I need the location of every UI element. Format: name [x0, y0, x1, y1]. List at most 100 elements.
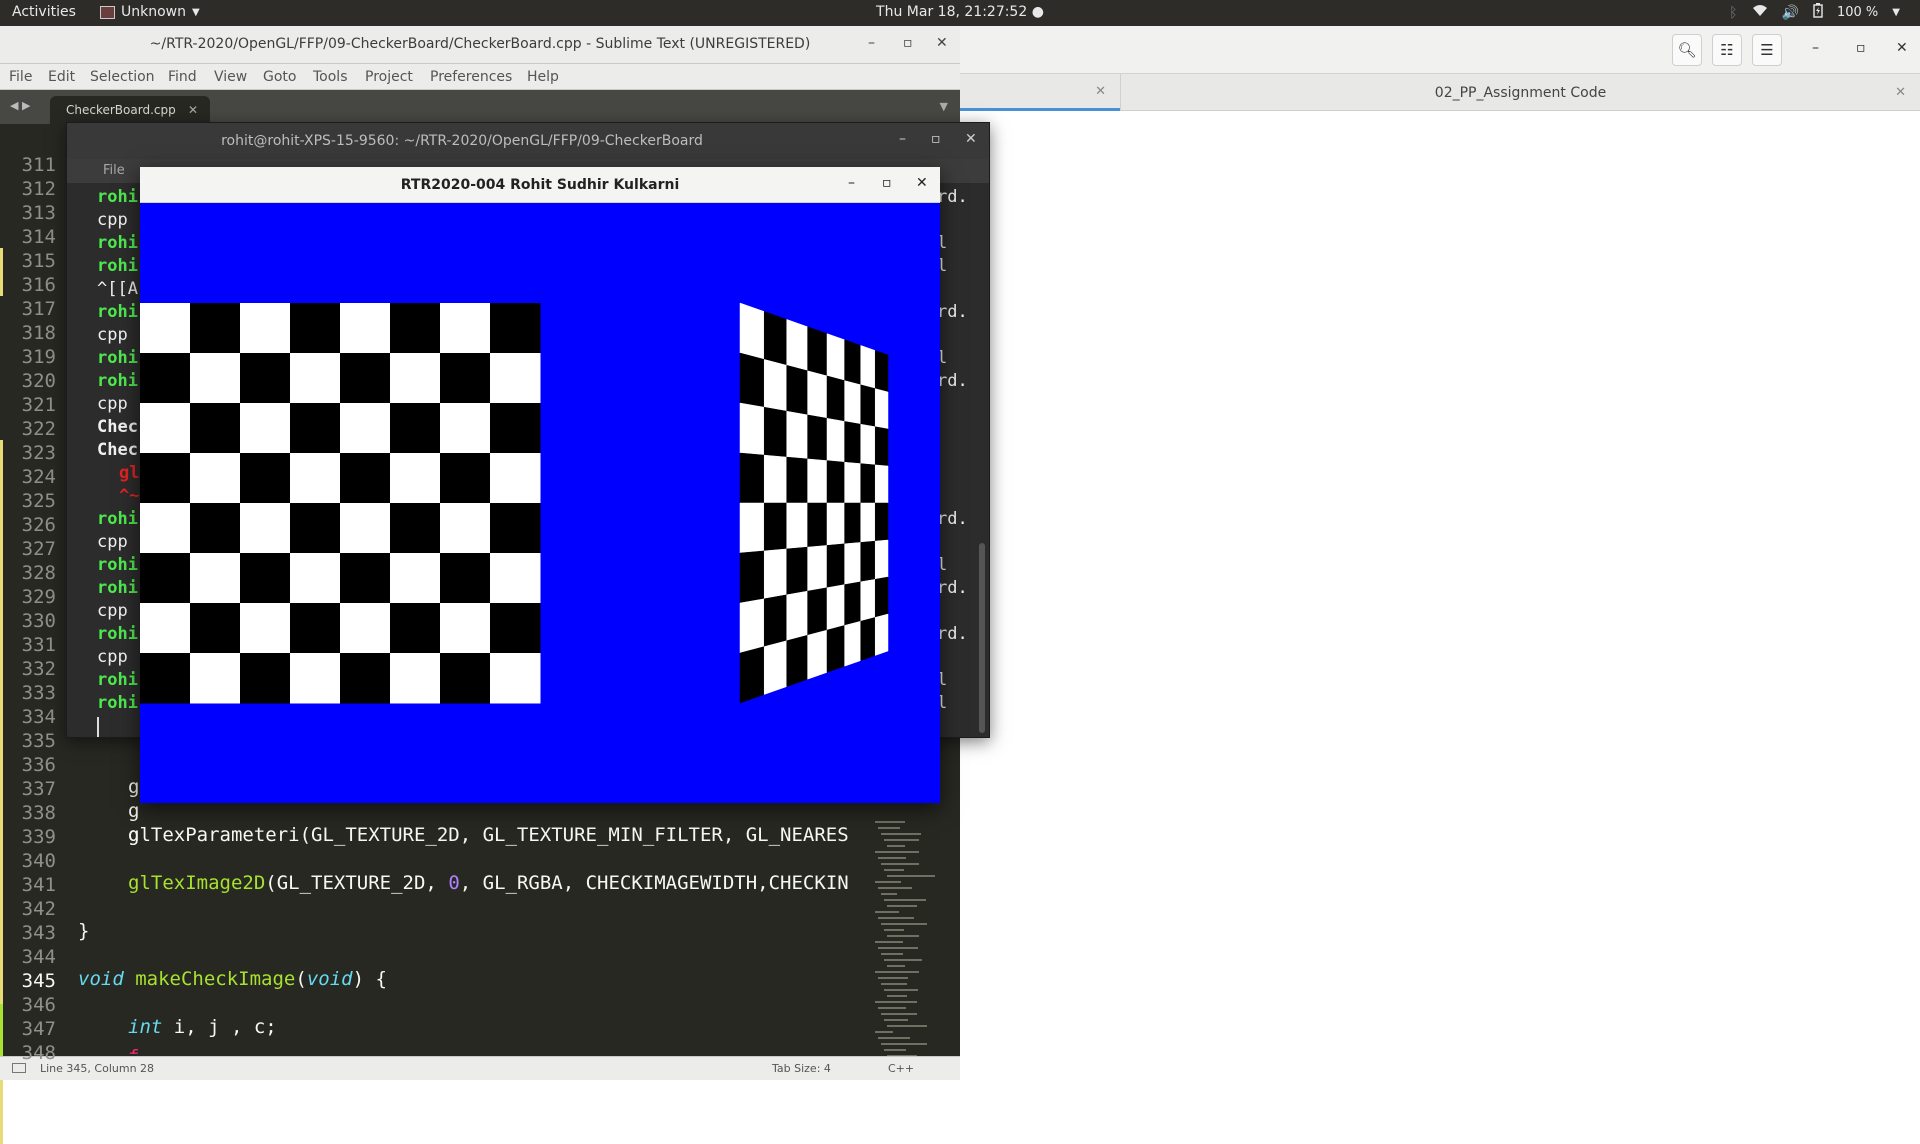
- tab-02-pp-assignment-code[interactable]: 02_PP_Assignment Code ✕: [1120, 74, 1920, 111]
- code-line-341[interactable]: glTexImage2D(GL_TEXTURE_2D, 0, GL_RGBA, …: [128, 872, 849, 894]
- checker-cell-tilted: [807, 502, 828, 548]
- close-button[interactable]: ✕: [1896, 40, 1908, 56]
- checker-cell-tilted: [739, 502, 765, 554]
- opengl-window: RTR2020-004 Rohit Sudhir Kulkarni – ▫ ✕: [140, 167, 940, 803]
- checker-cell-tilted: [763, 594, 787, 647]
- line-number: 347: [21, 1018, 56, 1040]
- background-tab-bar: ✕ 02_PP_Assignment Code ✕: [960, 74, 1920, 111]
- code-line-345[interactable]: void makeCheckImage(void) {: [78, 968, 387, 990]
- close-button[interactable]: ✕: [965, 131, 977, 147]
- menu-file[interactable]: File: [9, 69, 32, 85]
- minimap-line: [884, 839, 919, 841]
- checker-cell: [290, 653, 341, 704]
- close-icon[interactable]: ✕: [188, 103, 198, 117]
- code-text: glTexParameteri(GL_TEXTURE_2D, GL_TEXTUR…: [128, 824, 849, 846]
- search-button[interactable]: 🔍︎: [1672, 34, 1702, 66]
- terminal-scrollbar[interactable]: [979, 543, 985, 733]
- minimap-line: [884, 989, 918, 991]
- checker-cell-tilted: [844, 421, 861, 464]
- close-button[interactable]: ✕: [916, 175, 928, 191]
- checker-cell-tilted: [860, 502, 876, 543]
- maximize-button[interactable]: ▫: [1856, 40, 1866, 56]
- close-icon[interactable]: ✕: [1895, 85, 1906, 100]
- close-icon[interactable]: ✕: [1095, 84, 1106, 99]
- minimap-line: [875, 941, 903, 943]
- menu-find[interactable]: Find: [168, 69, 197, 85]
- checker-cell-tilted: [807, 545, 828, 592]
- code-line-336[interactable]: g: [128, 776, 139, 798]
- clock[interactable]: Thu Mar 18, 21:27:52: [876, 4, 1027, 20]
- syntax-mode[interactable]: C++: [888, 1062, 914, 1075]
- checker-cell: [390, 653, 441, 704]
- terminal-line: Chec: [97, 440, 138, 460]
- tab-dropdown-icon[interactable]: ▼: [940, 100, 948, 113]
- checker-cell: [190, 453, 241, 504]
- checker-cell-tilted: [860, 423, 876, 466]
- line-number: 319: [21, 346, 56, 368]
- app-menu[interactable]: Unknown ▼: [100, 4, 200, 20]
- function-name: makeCheckImage: [135, 968, 296, 990]
- minimap-line: [878, 857, 906, 859]
- menu-view[interactable]: View: [214, 69, 247, 85]
- app-icon: [100, 5, 115, 19]
- line-number: 312: [21, 178, 56, 200]
- minimize-button[interactable]: –: [1812, 40, 1819, 56]
- minimap-line: [884, 959, 922, 961]
- code-line-348[interactable]: f: [128, 1046, 139, 1054]
- minimap-line: [881, 953, 903, 955]
- line-number: 318: [21, 322, 56, 344]
- code-line-339[interactable]: glTexParameteri(GL_TEXTURE_2D, GL_TEXTUR…: [128, 824, 849, 846]
- terminal-line: Chec: [97, 417, 138, 437]
- minimize-button[interactable]: –: [868, 35, 875, 51]
- minimap-line: [878, 917, 914, 919]
- checker-cell-tilted: [807, 414, 828, 461]
- minimize-button[interactable]: –: [899, 131, 906, 147]
- menu-help[interactable]: Help: [527, 69, 559, 85]
- view-toggle-button[interactable]: ☷: [1712, 34, 1742, 66]
- panel-toggle-icon[interactable]: [12, 1063, 26, 1073]
- minimap-line: [875, 971, 919, 973]
- checker-cell: [240, 453, 291, 504]
- menu-project[interactable]: Project: [365, 69, 413, 85]
- minimap-line: [875, 1031, 893, 1033]
- tab-nav-arrows-icon[interactable]: ◀ ▶: [10, 99, 30, 112]
- terminal-menu-file[interactable]: File: [103, 163, 125, 178]
- code-line-343[interactable]: }: [78, 920, 89, 942]
- line-number: 323: [21, 442, 56, 464]
- checker-cell: [290, 503, 341, 554]
- menu-goto[interactable]: Goto: [263, 69, 296, 85]
- checker-cell-tilted: [786, 634, 808, 687]
- menu-preferences[interactable]: Preferences: [430, 69, 512, 85]
- tab-size[interactable]: Tab Size: 4: [772, 1062, 831, 1075]
- checker-cell-tilted: [739, 598, 765, 654]
- menu-tools[interactable]: Tools: [313, 69, 348, 85]
- checker-cell-tilted: [874, 576, 889, 618]
- checker-cell-tilted: [807, 587, 828, 636]
- checker-cell-tilted: [739, 452, 765, 504]
- checker-cell: [440, 353, 491, 404]
- maximize-button[interactable]: ▫: [903, 35, 913, 51]
- line-number: 335: [21, 730, 56, 752]
- checker-cell-tilted: [763, 454, 787, 504]
- line-number: 311: [21, 154, 56, 176]
- maximize-button[interactable]: ▫: [931, 131, 941, 147]
- menu-selection[interactable]: Selection: [90, 69, 155, 85]
- minimap[interactable]: [875, 821, 945, 1061]
- menu-edit[interactable]: Edit: [48, 69, 75, 85]
- maximize-button[interactable]: ▫: [882, 175, 892, 191]
- minimap-line: [884, 1049, 906, 1051]
- minimize-button[interactable]: –: [848, 175, 855, 191]
- checker-cell-tilted: [763, 548, 787, 600]
- line-number: 344: [21, 946, 56, 968]
- close-button[interactable]: ✕: [936, 35, 948, 51]
- code-line-347[interactable]: int i, j , c;: [128, 1016, 277, 1038]
- menu-button[interactable]: ☰: [1752, 34, 1782, 66]
- terminal-line-tail: rd.: [937, 578, 968, 598]
- tab-active[interactable]: ✕: [960, 74, 1120, 111]
- system-tray[interactable]: ᛒ 🔊 100 % ▼: [1729, 3, 1900, 22]
- code-line-337[interactable]: g: [128, 800, 139, 822]
- tab-checkerboard-cpp[interactable]: CheckerBoard.cpp ✕: [50, 96, 210, 124]
- opengl-canvas[interactable]: [140, 203, 940, 803]
- checker-cell-tilted: [826, 333, 845, 381]
- activities-button[interactable]: Activities: [12, 4, 76, 20]
